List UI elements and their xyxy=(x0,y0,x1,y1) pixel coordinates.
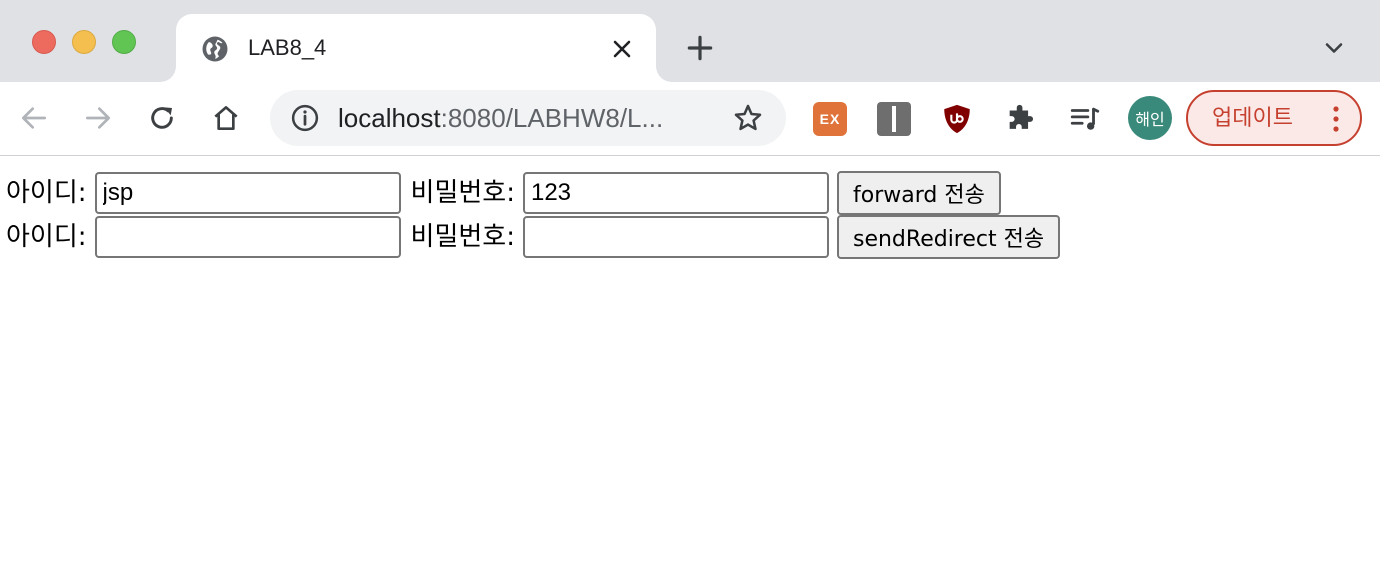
extension-ex-label: EX xyxy=(819,111,841,127)
window-minimize-button[interactable] xyxy=(72,30,96,54)
back-button[interactable] xyxy=(16,100,52,136)
reload-icon xyxy=(151,107,173,129)
redirect-id-input[interactable] xyxy=(94,216,401,258)
home-button[interactable] xyxy=(208,100,244,136)
media-queue-icon[interactable] xyxy=(1068,102,1102,136)
arrow-right-icon xyxy=(86,107,110,129)
update-button[interactable]: 업데이트 xyxy=(1186,90,1362,146)
tab-title: LAB8_4 xyxy=(248,35,327,60)
id-label: 아이디: xyxy=(6,222,87,252)
password-label: 비밀번호: xyxy=(410,222,515,252)
chevron-down-icon[interactable] xyxy=(1320,34,1348,62)
globe-icon xyxy=(202,36,228,62)
forward-button[interactable] xyxy=(80,100,116,136)
forward-form: 아이디: 비밀번호: forward 전송 xyxy=(6,171,1001,215)
forward-submit-button[interactable]: forward 전송 xyxy=(836,171,1001,215)
tab-close-icon[interactable] xyxy=(608,35,636,63)
extension-book-icon[interactable] xyxy=(877,102,911,136)
info-icon[interactable] xyxy=(290,103,320,133)
browser-toolbar: localhost:8080/LABHW8/L... EX 해인 업데이트 xyxy=(0,82,1380,156)
avatar-text: 해인 xyxy=(1135,110,1165,129)
active-tab[interactable]: LAB8_4 xyxy=(176,14,656,82)
profile-avatar[interactable]: 해인 xyxy=(1128,96,1172,140)
extensions-puzzle-icon[interactable] xyxy=(1004,102,1038,136)
id-label: 아이디: xyxy=(6,178,87,208)
url-host: localhost xyxy=(338,103,441,133)
update-label: 업데이트 xyxy=(1212,106,1293,131)
tab-strip: LAB8_4 xyxy=(0,0,1380,82)
password-label: 비밀번호: xyxy=(410,178,515,208)
forward-password-input[interactable] xyxy=(522,172,829,214)
more-vert-icon[interactable] xyxy=(1326,104,1346,134)
url-path: :8080/LABHW8/L... xyxy=(440,103,664,133)
bookmark-star-icon[interactable] xyxy=(732,102,764,134)
reload-button[interactable] xyxy=(144,100,180,136)
arrow-left-icon xyxy=(22,107,46,129)
page-content: 아이디: 비밀번호: forward 전송 아이디: 비밀번호: sendRed… xyxy=(0,157,1380,582)
window-maximize-button[interactable] xyxy=(112,30,136,54)
url-text: localhost:8080/LABHW8/L... xyxy=(338,103,663,133)
window-close-button[interactable] xyxy=(32,30,56,54)
home-icon xyxy=(214,106,238,130)
extension-ex-icon[interactable]: EX xyxy=(813,102,847,136)
redirect-submit-button[interactable]: sendRedirect 전송 xyxy=(836,215,1061,259)
redirect-form: 아이디: 비밀번호: sendRedirect 전송 xyxy=(6,215,1061,259)
address-bar[interactable]: localhost:8080/LABHW8/L... xyxy=(270,90,786,146)
forward-id-input[interactable] xyxy=(94,172,401,214)
ublock-shield-icon[interactable] xyxy=(940,102,974,136)
redirect-password-input[interactable] xyxy=(522,216,829,258)
new-tab-plus-icon[interactable] xyxy=(684,32,716,64)
